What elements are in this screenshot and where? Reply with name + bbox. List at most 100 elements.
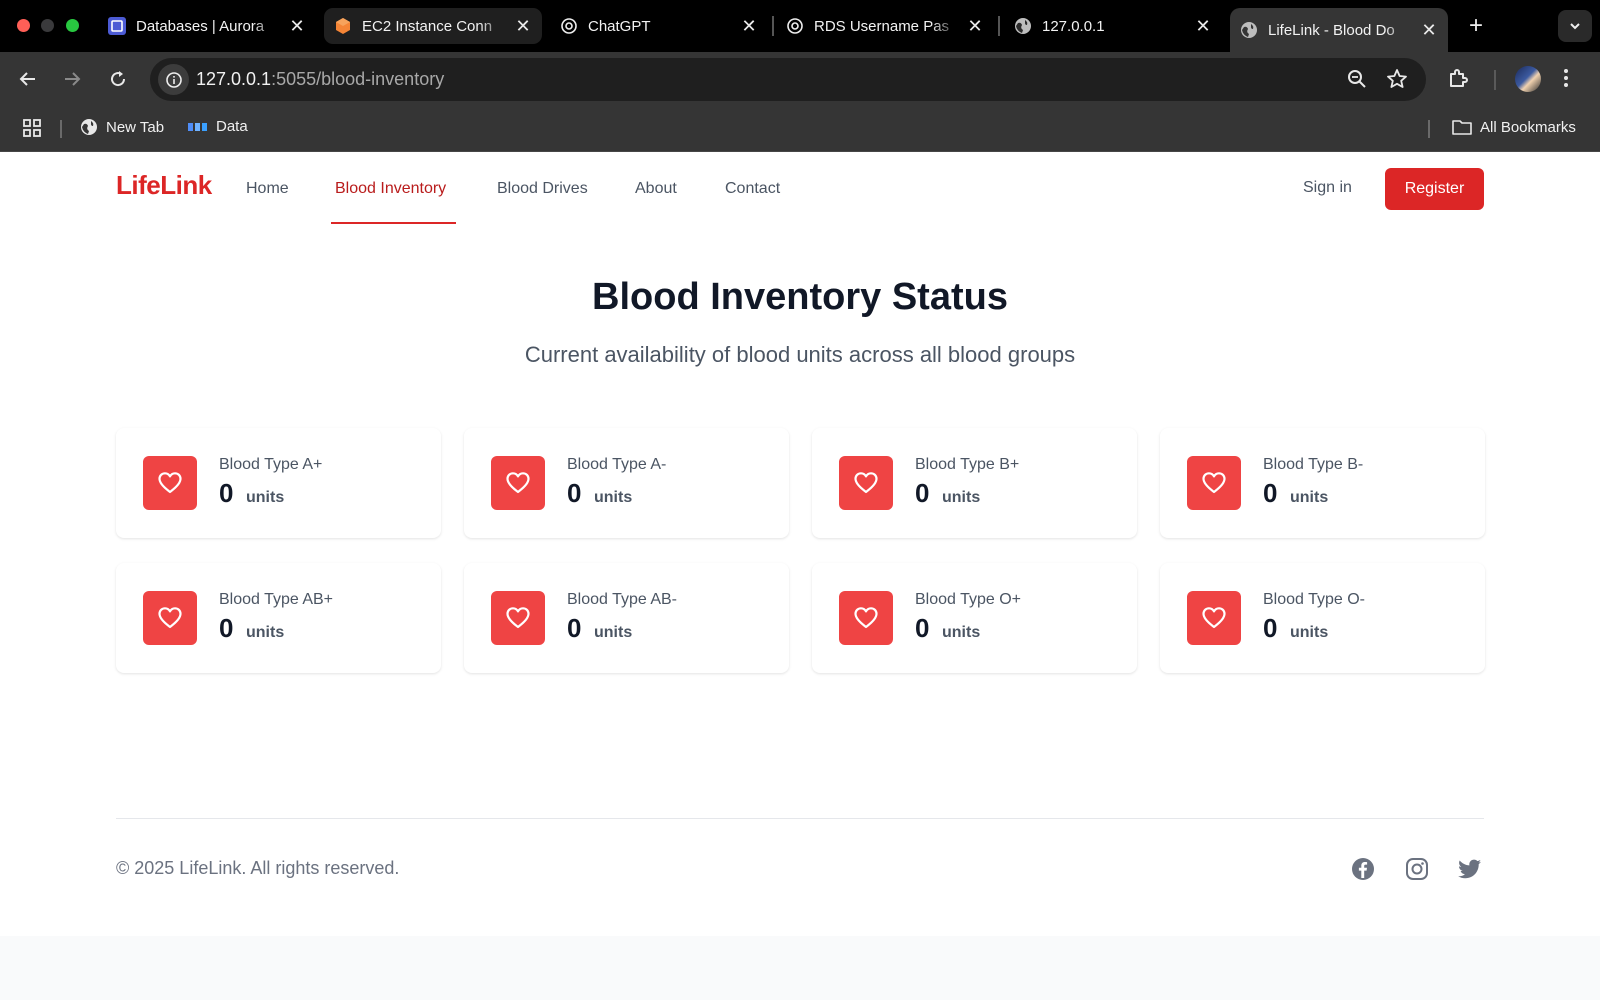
mds-icon: [188, 121, 208, 133]
url-path: :5055/blood-inventory: [271, 69, 445, 89]
new-tab-button[interactable]: +: [1462, 12, 1490, 40]
extensions-icon[interactable]: [1446, 66, 1470, 95]
units-label: units: [942, 489, 981, 506]
bookmark-label: New Tab: [106, 118, 165, 136]
info-icon[interactable]: [158, 64, 189, 95]
close-icon[interactable]: ✕: [1194, 16, 1212, 36]
globe-icon: [80, 118, 98, 136]
bookmark-star-icon[interactable]: [1386, 68, 1408, 95]
heart-icon: [143, 591, 197, 645]
instagram-icon[interactable]: [1404, 856, 1430, 882]
browser-tabstrip: Databases | Aurora ✕ EC2 Instance Conn ✕…: [0, 0, 1600, 52]
inventory-card: Blood Type AB+ 0 units: [116, 563, 441, 673]
profile-avatar[interactable]: [1515, 66, 1541, 92]
url-host: 127.0.0.1: [196, 69, 272, 89]
forward-button[interactable]: [58, 65, 86, 93]
units-label: units: [1290, 489, 1329, 506]
register-button[interactable]: Register: [1385, 168, 1484, 210]
heart-icon: [491, 591, 545, 645]
tab-ec2[interactable]: EC2 Instance Conn ✕: [324, 8, 542, 44]
url-text[interactable]: 127.0.0.1:5055/blood-inventory: [196, 69, 444, 90]
apps-grid-icon[interactable]: [22, 118, 42, 138]
blood-type-label: Blood Type A+: [219, 456, 323, 473]
bookmark-data[interactable]: Data: [188, 118, 248, 135]
tab-title: LifeLink - Blood Do: [1268, 21, 1395, 39]
units-label: units: [1290, 624, 1329, 641]
toolbar-divider: [1494, 70, 1496, 90]
page-title: Blood Inventory Status: [592, 276, 1008, 318]
units-label: units: [246, 489, 285, 506]
folder-icon: [1452, 118, 1472, 136]
tab-databases[interactable]: Databases | Aurora ✕: [98, 8, 316, 44]
inventory-card: Blood Type O- 0 units: [1160, 563, 1485, 673]
arrow-right-icon: [65, 72, 81, 86]
zoom-icon[interactable]: [1346, 68, 1368, 95]
window-minimize-button[interactable]: [41, 19, 54, 32]
bookmark-new-tab[interactable]: New Tab: [80, 118, 164, 136]
address-bar[interactable]: 127.0.0.1:5055/blood-inventory: [150, 58, 1426, 101]
browser-toolbar: 127.0.0.1:5055/blood-inventory: [0, 52, 1600, 106]
tab-title: EC2 Instance Conn: [362, 17, 493, 35]
tab-chatgpt[interactable]: ChatGPT ✕: [550, 8, 768, 44]
reload-button[interactable]: [104, 65, 132, 93]
blood-type-label: Blood Type O+: [915, 591, 1021, 608]
inventory-card: Blood Type O+ 0 units: [812, 563, 1137, 673]
tab-title: ChatGPT: [588, 17, 651, 35]
tab-search-button[interactable]: [1558, 10, 1592, 42]
page-subtitle: Current availability of blood units acro…: [524, 342, 1076, 367]
close-icon[interactable]: ✕: [966, 16, 984, 36]
units-count: 0: [219, 613, 234, 643]
all-bookmarks[interactable]: All Bookmarks: [1452, 118, 1576, 136]
tab-localhost[interactable]: 127.0.0.1 ✕: [1004, 8, 1222, 44]
rds-icon: [108, 17, 126, 35]
heart-icon: [839, 456, 893, 510]
units-label: units: [594, 624, 633, 641]
bookmarks-divider: [1428, 120, 1430, 138]
heart-icon: [839, 591, 893, 645]
heart-icon: [143, 456, 197, 510]
active-nav-indicator: [331, 222, 456, 224]
webpage: LifeLink Home Blood Inventory Blood Driv…: [0, 152, 1600, 936]
blood-type-label: Blood Type AB-: [567, 591, 677, 608]
kebab-menu-icon[interactable]: [1562, 66, 1570, 95]
units-count: 0: [1263, 613, 1278, 643]
facebook-icon[interactable]: [1350, 856, 1376, 882]
blood-type-label: Blood Type O-: [1263, 591, 1365, 608]
window-zoom-button[interactable]: [66, 19, 79, 32]
bookmark-label: Data: [216, 118, 248, 135]
close-icon[interactable]: ✕: [514, 16, 532, 36]
nav-link-about[interactable]: About: [635, 180, 677, 198]
reload-icon: [111, 71, 126, 87]
site-logo[interactable]: LifeLink: [116, 170, 212, 201]
nav-link-blood-inventory[interactable]: Blood Inventory: [335, 180, 446, 198]
sign-in-link[interactable]: Sign in: [1303, 179, 1352, 197]
tab-rds-username[interactable]: RDS Username Pas ✕: [776, 8, 994, 44]
window-close-button[interactable]: [17, 19, 30, 32]
nav-link-blood-drives[interactable]: Blood Drives: [497, 180, 588, 198]
units-label: units: [594, 489, 633, 506]
footer-divider: [116, 818, 1484, 819]
tab-title: Databases | Aurora: [136, 17, 265, 35]
nav-link-home[interactable]: Home: [246, 180, 289, 198]
close-icon[interactable]: ✕: [288, 16, 306, 36]
globe-icon: [1014, 17, 1032, 35]
page-bottom-background: [0, 936, 1600, 1000]
blood-type-label: Blood Type AB+: [219, 591, 334, 608]
units-count: 0: [567, 613, 582, 643]
footer-copyright: © 2025 LifeLink. All rights reserved.: [116, 858, 400, 878]
blood-type-label: Blood Type B-: [1263, 456, 1364, 473]
units-count: 0: [915, 613, 930, 643]
ec2-icon: [334, 17, 352, 35]
nav-link-contact[interactable]: Contact: [725, 180, 780, 198]
blood-type-label: Blood Type B+: [915, 456, 1020, 473]
blood-type-label: Blood Type A-: [567, 456, 667, 473]
openai-icon: [786, 17, 804, 35]
tab-lifelink[interactable]: LifeLink - Blood Do ✕: [1230, 8, 1448, 52]
units-count: 0: [1263, 478, 1278, 508]
twitter-icon[interactable]: [1457, 856, 1483, 882]
heart-icon: [491, 456, 545, 510]
back-button[interactable]: [14, 65, 42, 93]
close-icon[interactable]: ✕: [740, 16, 758, 36]
inventory-card: Blood Type A+ 0 units: [116, 428, 441, 538]
close-icon[interactable]: ✕: [1420, 20, 1438, 40]
